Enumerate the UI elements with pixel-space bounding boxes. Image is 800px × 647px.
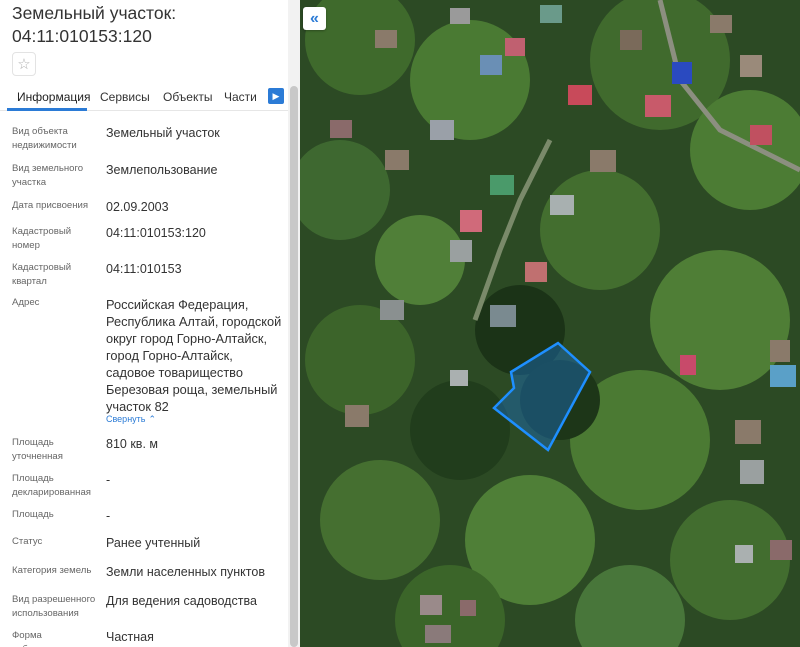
property-value: Землепользование bbox=[106, 163, 218, 177]
property-label: Кадастровый номер bbox=[12, 226, 72, 251]
info-panel: Земельный участок: 04:11:010153:120 ☆ Ин… bbox=[0, 0, 300, 647]
favorite-button[interactable]: ☆ bbox=[12, 52, 36, 76]
panel-scrollbar[interactable] bbox=[288, 0, 300, 647]
chevron-right-icon: ▶ bbox=[272, 90, 280, 101]
collapse-label: Свернуть bbox=[106, 414, 146, 424]
star-icon: ☆ bbox=[17, 56, 31, 73]
title-line-1: Земельный участок: bbox=[12, 3, 177, 23]
page-title: Земельный участок: 04:11:010153:120 bbox=[12, 2, 282, 48]
property-value: Ранее учтенный bbox=[106, 536, 201, 550]
tab-bar: Информация Сервисы Объекты Части ЗУ ▶ bbox=[0, 86, 288, 111]
property-label: Вид разрешенного использования bbox=[12, 594, 96, 619]
address-value: Российская Федерация, Республика Алтай, … bbox=[106, 297, 282, 414]
property-label: Площадь уточненная bbox=[12, 437, 63, 462]
property-label: Статус bbox=[12, 536, 43, 547]
tab-services[interactable]: Сервисы bbox=[100, 90, 150, 104]
property-label: Кадастровый квартал bbox=[12, 262, 72, 287]
tabs-scroll-right-button[interactable]: ▶ bbox=[268, 88, 284, 104]
property-label: Категория земель bbox=[12, 565, 92, 576]
active-tab-indicator bbox=[7, 108, 87, 111]
chevron-up-icon: ⌃ bbox=[148, 414, 157, 424]
property-label: Площадь bbox=[12, 509, 54, 520]
property-value: Для ведения садоводства bbox=[106, 594, 257, 608]
property-value: - bbox=[106, 509, 111, 523]
property-label: Форма собственности bbox=[12, 630, 78, 647]
property-label: Адрес bbox=[12, 297, 40, 308]
property-label: Дата присвоения bbox=[12, 200, 89, 211]
map-imagery bbox=[300, 0, 800, 647]
property-label: Вид земельного участка bbox=[12, 163, 84, 188]
title-line-2: 04:11:010153:120 bbox=[12, 26, 152, 46]
collapse-address-link[interactable]: Свернуть ⌃ bbox=[106, 414, 156, 425]
property-value: 810 кв. м bbox=[106, 437, 158, 451]
property-value: Земельный участок bbox=[106, 126, 220, 140]
property-value: 04:11:010153:120 bbox=[106, 226, 206, 240]
scrollbar-thumb[interactable] bbox=[290, 86, 298, 647]
property-value: 02.09.2003 bbox=[106, 200, 169, 214]
property-label: Вид объекта недвижимости bbox=[12, 126, 77, 151]
property-value: Частная bbox=[106, 630, 154, 644]
property-value: 04:11:010153 bbox=[106, 262, 182, 276]
satellite-map[interactable] bbox=[300, 0, 800, 647]
property-value: Земли населенных пунктов bbox=[106, 565, 265, 579]
tab-information[interactable]: Информация bbox=[17, 90, 90, 104]
property-value: - bbox=[106, 473, 111, 487]
tab-objects[interactable]: Объекты bbox=[163, 90, 213, 104]
double-chevron-left-icon: « bbox=[310, 9, 319, 27]
property-label: Площадь декларированная bbox=[12, 473, 91, 498]
collapse-panel-button[interactable]: « bbox=[303, 7, 326, 30]
